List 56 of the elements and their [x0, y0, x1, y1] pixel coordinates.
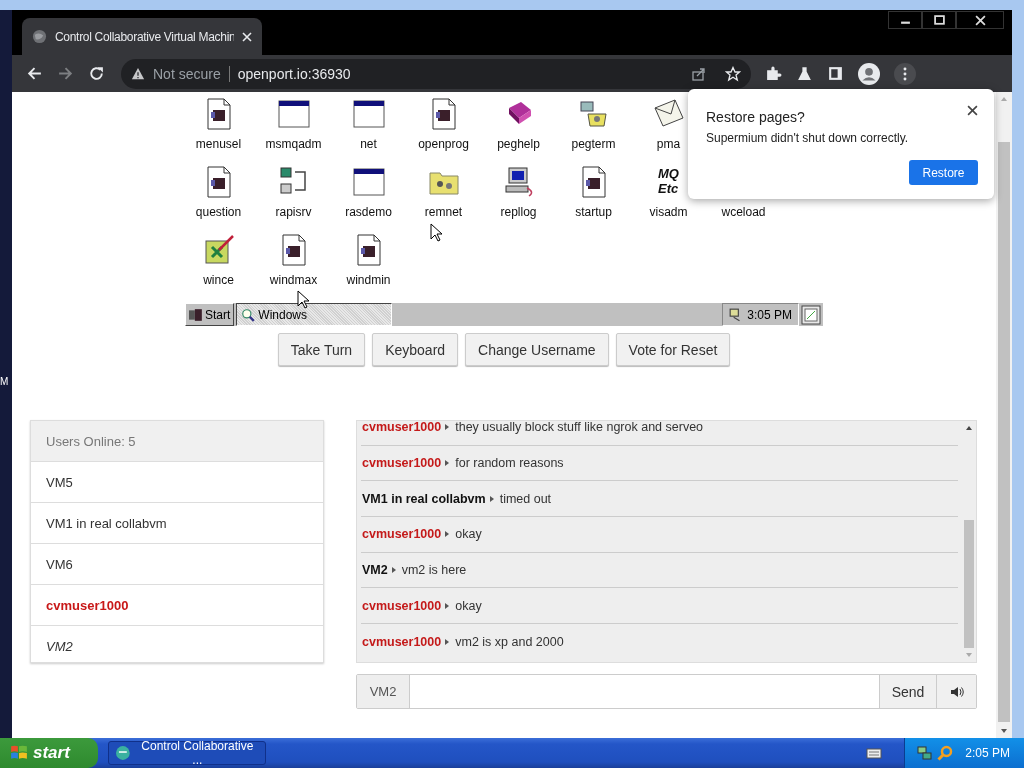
chat-message: they usually block stuff like ngrok and serveo — [455, 421, 704, 435]
user-item[interactable]: VM6 — [31, 544, 323, 585]
icon-label[interactable]: remnet — [424, 205, 463, 219]
chat-message: okay — [455, 598, 482, 613]
icon-label[interactable]: pma — [656, 137, 681, 151]
chat-username: cvmuser1000 — [362, 598, 442, 613]
chat-message: for random reasons — [455, 456, 564, 471]
users-header: Users Online: 5 — [31, 421, 323, 462]
clock: 3:05 PM — [747, 307, 792, 322]
desktop-icon-label: M — [0, 376, 9, 388]
icon-label[interactable]: startup — [575, 205, 612, 219]
control-button[interactable]: Vote for Reset — [615, 333, 731, 366]
icon-label[interactable]: rapisrv — [275, 205, 312, 219]
chat-username: VM2 — [362, 563, 388, 578]
user-item[interactable]: cvmuser1000 — [31, 585, 323, 626]
chat-username: VM1 in real collabvm — [362, 491, 486, 506]
start-button[interactable]: Start — [185, 303, 235, 326]
icon-label[interactable]: menusel — [195, 137, 242, 151]
taskbar-button[interactable]: Control Collaborative ... — [108, 741, 266, 765]
icon-label[interactable]: pegterm — [571, 137, 616, 151]
user-item[interactable]: VM5 — [31, 462, 323, 503]
address-bar[interactable]: Not secure openport.io:36930 — [121, 58, 751, 89]
control-button[interactable]: Change Username — [465, 333, 609, 366]
icon-label[interactable]: peghelp — [497, 137, 540, 151]
icon-label[interactable]: openprog — [418, 137, 469, 151]
chat-username: cvmuser1000 — [362, 634, 442, 649]
restore-button[interactable]: Restore — [909, 160, 978, 185]
icon-label[interactable]: windmin — [346, 273, 391, 287]
icon-label[interactable]: net — [360, 137, 377, 151]
user-item[interactable]: VM2 — [31, 626, 323, 666]
security-label: Not secure — [153, 65, 221, 82]
popup-title: Restore pages? — [706, 109, 805, 125]
chat-username: cvmuser1000 — [362, 527, 442, 542]
icon-label[interactable]: msmqadm — [265, 137, 322, 151]
icon-label[interactable]: rasdemo — [345, 205, 392, 219]
browser-tab[interactable]: Control Collaborative Virtual Machin — [22, 18, 262, 55]
icon-label[interactable]: question — [195, 205, 242, 219]
icon-label[interactable]: wince — [203, 273, 234, 287]
chat-username: cvmuser1000 — [362, 456, 442, 471]
url-text: openport.io:36930 — [237, 65, 351, 82]
chat-message: okay — [455, 527, 482, 542]
chat-message: vm2 is here — [401, 563, 467, 578]
chat-message: vm2 is xp and 2000 — [455, 634, 564, 649]
icon-label[interactable]: wceload — [721, 205, 766, 219]
taskbar-button[interactable]: Windows — [236, 303, 393, 326]
control-button[interactable]: Take Turn — [277, 333, 366, 366]
user-item[interactable]: VM1 in real collabvm — [31, 503, 323, 544]
start-button[interactable]: start — [0, 738, 98, 768]
control-button[interactable]: Keyboard — [372, 333, 459, 366]
chat-message: timed out — [499, 491, 552, 506]
program-icon[interactable]: MQ Etc — [658, 166, 679, 198]
icon-label[interactable]: repllog — [500, 205, 537, 219]
chat-username: cvmuser1000 — [362, 421, 442, 435]
icon-label[interactable]: windmax — [269, 273, 318, 287]
clock: 2:05 PM — [965, 746, 1010, 760]
icon-label[interactable]: visadm — [649, 205, 688, 219]
